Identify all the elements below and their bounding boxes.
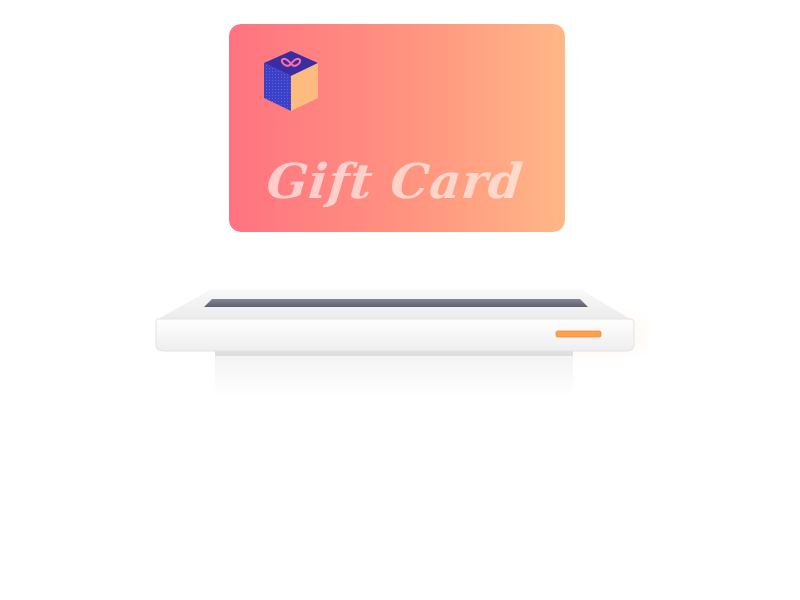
terminal-stand: [215, 350, 573, 398]
gift-card-title: Gift Card: [264, 154, 526, 210]
indicator-light: [555, 330, 602, 338]
card-reader-terminal: [155, 290, 635, 398]
card-slot: [204, 299, 588, 307]
gift-box-icon: [264, 51, 318, 111]
gift-card: Gift Card: [229, 24, 565, 232]
